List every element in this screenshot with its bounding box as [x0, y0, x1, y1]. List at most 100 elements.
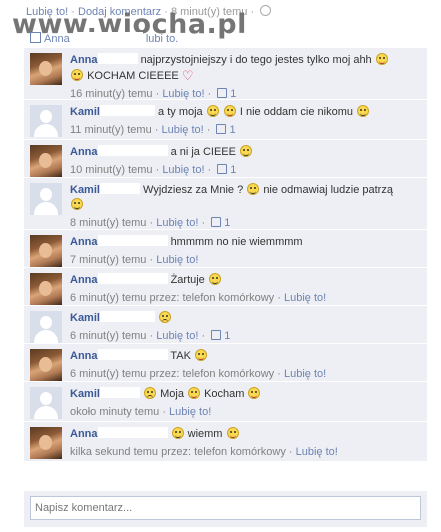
smile-emoticon-icon: [357, 105, 370, 117]
comment-like-link[interactable]: Lubię to!: [156, 254, 198, 266]
grin-emoticon-icon: [248, 387, 261, 399]
comment-body: Anna TAK: [70, 349, 421, 364]
avatar[interactable]: [30, 183, 62, 215]
comment-body: Anna a ni ja CIEEE: [70, 145, 421, 160]
comment-item: Anna hmmmm no nie wiemmmm 7 minut(y) temu…: [24, 230, 427, 268]
comment-body: Kamil Moja Kocham: [70, 387, 421, 402]
redacted-name: [97, 235, 168, 246]
like-count[interactable]: 1: [230, 88, 236, 100]
comment-timestamp: 10 minut(y) temu: [70, 164, 153, 176]
comment-meta: 6 minut(y) temu przez: telefon komórkowy…: [70, 292, 327, 304]
comment-body: Anna wiemm: [70, 427, 421, 442]
redacted-name: [97, 273, 168, 284]
comment-meta: 7 minut(y) temu · Lubię to!: [70, 254, 199, 266]
thumbs-up-icon[interactable]: [217, 88, 228, 98]
comment-like-link[interactable]: Lubię to!: [162, 88, 204, 100]
comment-meta: kilka sekund temu przez: telefon komórko…: [70, 446, 338, 458]
comment-body: Kamil a ty moja I nie oddam cie nikomu: [70, 105, 421, 120]
avatar[interactable]: [30, 427, 62, 459]
silhouette-body: [34, 406, 58, 419]
comment-item: Kamil 6 minut(y) temu · Lubię to! · 1: [24, 306, 427, 344]
post-header: Lubię to! · Dodaj komentarz · 8 minut(y)…: [0, 0, 441, 48]
comment-body: Kamil: [70, 311, 421, 326]
comment-meta: 6 minut(y) temu · Lubię to! · 1: [70, 330, 231, 342]
comment-author-link[interactable]: Anna: [70, 350, 98, 362]
avatar[interactable]: [30, 145, 62, 177]
frown-emoticon-icon: [159, 311, 172, 323]
like-count[interactable]: 1: [224, 330, 230, 342]
comment-meta: około minuty temu · Lubię to!: [70, 406, 212, 418]
comment-like-link[interactable]: Lubię to!: [169, 406, 211, 418]
grin-emoticon-icon: [71, 69, 83, 81]
redacted-name: [99, 105, 155, 116]
like-count[interactable]: 1: [224, 217, 230, 229]
comment-timestamp: 11 minut(y) temu: [70, 124, 152, 136]
comment-timestamp: 8 minut(y) temu: [70, 217, 147, 229]
comment-item: Anna Żartuje 6 minut(y) temu przez: tele…: [24, 268, 427, 306]
post-author-link[interactable]: Anna: [44, 33, 70, 45]
comment-like-link[interactable]: Lubię to!: [296, 446, 338, 458]
comment-item: Kamil a ty moja I nie oddam cie nikomu 1…: [24, 100, 427, 140]
thumbs-up-icon[interactable]: [216, 124, 227, 134]
like-count[interactable]: 1: [229, 124, 235, 136]
comment-author-link[interactable]: Anna: [70, 54, 98, 66]
comment-author-link[interactable]: Kamil: [70, 312, 100, 324]
comment-body: Kamil Wyjdziesz za Mnie ? nie odmawiaj l…: [70, 183, 421, 213]
smile-emoticon-icon: [71, 198, 83, 210]
comment-like-link[interactable]: Lubię to!: [156, 217, 198, 229]
comment-like-link[interactable]: Lubię to!: [284, 368, 326, 380]
comment-author-link[interactable]: Anna: [70, 428, 98, 440]
separator: ·: [250, 6, 258, 18]
comment-text: TAK: [170, 350, 191, 362]
thumbs-up-icon[interactable]: [211, 330, 222, 340]
silhouette-icon: [40, 110, 52, 123]
comment-author-link[interactable]: Kamil: [70, 184, 100, 196]
avatar[interactable]: [30, 53, 62, 85]
smile-emoticon-icon: [208, 273, 221, 285]
comment-item: Kamil Wyjdziesz za Mnie ? nie odmawiaj l…: [24, 178, 427, 230]
avatar[interactable]: [30, 235, 62, 267]
thumbs-up-icon[interactable]: [211, 217, 222, 227]
comment-item: Anna wiemm kilka sekund temu przez: tele…: [24, 422, 427, 462]
avatar[interactable]: [30, 105, 62, 137]
post-likes-summary: Anna lubi to.: [30, 32, 178, 45]
smile-emoticon-icon: [240, 145, 253, 157]
comment-item: Anna najprzystojniejszy i do tego jestes…: [24, 48, 427, 100]
comment-like-link[interactable]: Lubię to!: [162, 164, 204, 176]
grin-emoticon-icon: [188, 387, 200, 399]
avatar[interactable]: [30, 273, 62, 305]
comment-body: Anna hmmmm no nie wiemmmm: [70, 235, 421, 250]
thumbs-up-icon[interactable]: [217, 164, 228, 174]
comment-author-link[interactable]: Anna: [70, 236, 98, 248]
like-count[interactable]: 1: [230, 164, 236, 176]
avatar[interactable]: [30, 349, 62, 381]
redacted-name: [99, 387, 140, 398]
silhouette-icon: [40, 392, 52, 405]
comment-timestamp: 6 minut(y) temu przez: telefon komórkowy: [70, 368, 275, 380]
comment-text-continued: I nie oddam cie nikomu: [239, 106, 353, 118]
comment-author-link[interactable]: Kamil: [70, 388, 100, 400]
redacted-name: [99, 183, 140, 194]
comment-input[interactable]: [30, 496, 421, 520]
redacted-name: [99, 311, 155, 322]
avatar[interactable]: [30, 387, 62, 419]
post-likes-text: lubi to.: [145, 33, 179, 45]
comment-author-link[interactable]: Anna: [70, 146, 98, 158]
comment-timestamp: kilka sekund temu przez: telefon komórko…: [70, 446, 286, 458]
comment-meta: 6 minut(y) temu przez: telefon komórkowy…: [70, 368, 327, 380]
avatar[interactable]: [30, 311, 62, 343]
comment-text: Żartuje: [170, 274, 205, 286]
comment-like-link[interactable]: Lubię to!: [162, 124, 204, 136]
comment-author-link[interactable]: Kamil: [70, 106, 100, 118]
comment-like-link[interactable]: Lubię to!: [156, 330, 198, 342]
comment-timestamp: około minuty temu: [70, 406, 160, 418]
comment-text-continued: Kocham: [204, 388, 245, 400]
redacted-name: [72, 32, 143, 43]
comment-text: a ni ja CIEEE: [170, 146, 236, 158]
comment-like-link[interactable]: Lubię to!: [284, 292, 326, 304]
heart-emoticon-icon: ♡: [181, 68, 194, 83]
smile-emoticon-icon: [171, 427, 184, 439]
comment-item: Kamil Moja Kocham około minuty temu · Lu…: [24, 382, 427, 422]
comment-author-link[interactable]: Anna: [70, 274, 98, 286]
redacted-name: [97, 53, 138, 64]
